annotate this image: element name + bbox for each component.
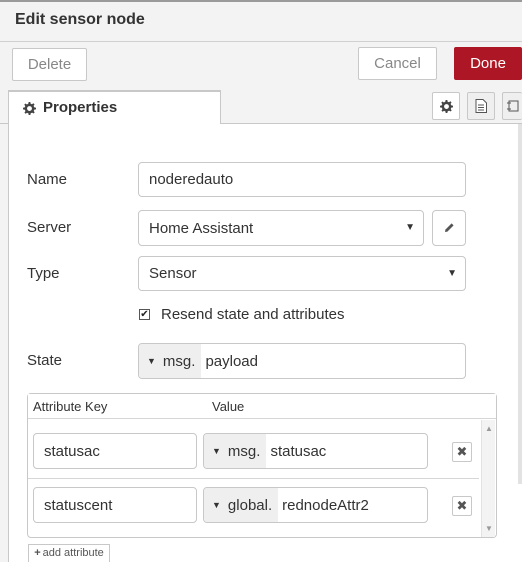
edit-server-button[interactable] [432,210,466,246]
chevron-down-icon: ▼ [405,222,415,233]
attribute-value-input[interactable]: ▼ global. rednodeAttr2 [203,487,428,523]
name-input[interactable]: noderedauto [138,162,466,197]
attribute-key-input[interactable]: statusac [33,433,197,469]
attribute-type-label: global. [227,496,273,514]
close-icon: ✖ [456,444,468,459]
state-type-label: msg. [162,352,196,370]
state-type-selector[interactable]: ▼ msg. [139,344,202,378]
checkmark-icon: ✔ [140,309,149,320]
name-label: Name [27,171,68,188]
type-select[interactable]: Sensor ▼ [138,256,466,291]
attribute-value: rednodeAttr2 [282,496,369,514]
chevron-down-icon: ▼ [447,268,457,279]
caret-down-icon: ▼ [212,446,221,456]
cancel-button[interactable]: Cancel [358,47,437,80]
close-icon: ✖ [456,498,468,513]
frame-icon [506,100,518,112]
server-select[interactable]: Home Assistant ▼ [138,210,424,246]
scroll-up-icon[interactable]: ▲ [485,424,493,433]
tab-appearance[interactable] [502,92,522,120]
server-value: Home Assistant [149,219,254,237]
add-attribute-button[interactable]: + add attribute [28,544,110,562]
row-divider [28,478,479,479]
done-button[interactable]: Done [454,47,522,80]
pencil-icon [445,223,454,232]
dialog-header: Edit sensor node [0,0,522,42]
plus-icon: + [34,547,41,559]
tab-settings[interactable] [432,92,460,120]
gear-icon [439,99,453,113]
attribute-key-input[interactable]: statuscent [33,487,197,523]
attribute-type-label: msg. [227,442,261,460]
attribute-value-input[interactable]: ▼ msg. statusac [203,433,428,469]
state-typed-input[interactable]: ▼ msg. payload [138,343,466,379]
type-value: Sensor [149,265,197,282]
server-label: Server [27,219,72,236]
attribute-type-selector[interactable]: ▼ global. [204,488,279,522]
attribute-key-header: Attribute Key [33,399,108,414]
attribute-type-selector[interactable]: ▼ msg. [204,434,267,468]
gear-icon [23,102,36,115]
scroll-down-icon[interactable]: ▼ [485,524,493,533]
caret-down-icon: ▼ [147,356,156,366]
tab-description[interactable] [467,92,495,120]
delete-button[interactable]: Delete [12,48,87,81]
remove-attribute-button[interactable]: ✖ [452,442,472,462]
attribute-value-header: Value [212,399,245,414]
panel-scrollbar[interactable] [518,124,522,484]
type-label: Type [27,265,60,282]
caret-down-icon: ▼ [212,500,221,510]
top-border [0,0,522,2]
tab-properties[interactable]: Properties [8,90,221,125]
remove-attribute-button[interactable]: ✖ [452,496,472,516]
resend-checkbox[interactable]: ✔ [139,309,150,320]
tab-properties-label: Properties [43,99,118,116]
state-value: payload [205,352,258,370]
attribute-table-scrollbar[interactable]: ▲ ▼ [481,420,495,537]
document-icon [475,99,487,113]
attribute-value: statusac [270,442,327,460]
resend-label: Resend state and attributes [161,306,345,323]
add-attribute-label: add attribute [42,547,104,559]
state-label: State [27,352,63,369]
dialog-title: Edit sensor node [15,11,145,28]
